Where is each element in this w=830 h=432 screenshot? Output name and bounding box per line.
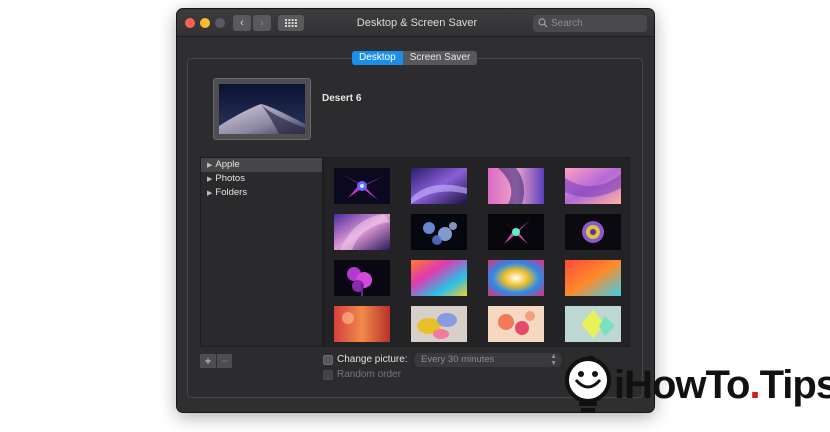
wallpaper-thumbnail[interactable] <box>488 168 544 204</box>
change-picture-checkbox[interactable] <box>323 355 333 365</box>
wallpaper-thumbnail[interactable] <box>411 260 467 296</box>
source-item-apple[interactable]: ▶ Apple <box>201 158 322 172</box>
tab-screen-saver[interactable]: Screen Saver <box>402 51 478 65</box>
watermark-text-tail: Tips <box>759 363 830 407</box>
source-item-label: Photos <box>215 173 245 184</box>
change-picture-label: Change picture: <box>337 354 408 365</box>
triangle-right-icon[interactable]: ▶ <box>207 162 212 169</box>
wallpaper-thumbnail[interactable] <box>411 306 467 342</box>
ihowto-tips-watermark: iHowTo.Tips <box>562 354 830 416</box>
desert-preview-image <box>219 84 305 134</box>
current-desktop-preview <box>213 78 311 140</box>
source-item-folders[interactable]: ▶ Folders <box>201 186 322 200</box>
current-desktop-name: Desert 6 <box>322 93 362 104</box>
preferences-window: ‹ › Desktop & Screen Saver Desktop <box>177 9 654 412</box>
watermark-text-dot: . <box>749 363 760 407</box>
wallpaper-thumbnail[interactable] <box>334 306 390 342</box>
bulb-face-logo-icon <box>565 356 611 412</box>
tab-desktop[interactable]: Desktop <box>352 51 403 65</box>
source-item-label: Apple <box>215 159 240 170</box>
remove-folder-button[interactable]: − <box>216 354 232 368</box>
random-order-label: Random order <box>337 369 401 380</box>
magnifier-icon <box>538 18 548 28</box>
triangle-right-icon[interactable]: ▶ <box>207 190 212 197</box>
add-folder-button[interactable]: + <box>200 354 216 368</box>
title-bar: ‹ › Desktop & Screen Saver <box>177 9 654 37</box>
wallpaper-grid <box>323 157 630 347</box>
interval-value: Every 30 minutes <box>421 354 495 365</box>
chevron-left-icon: ‹ <box>240 17 244 29</box>
forward-button[interactable]: › <box>253 15 271 31</box>
watermark-text: iHowTo.Tips <box>614 363 830 408</box>
triangle-right-icon[interactable]: ▶ <box>207 176 212 183</box>
wallpaper-thumbnail[interactable] <box>488 260 544 296</box>
tab-bar: Desktop Screen Saver <box>352 51 478 65</box>
source-item-photos[interactable]: ▶ Photos <box>201 172 322 186</box>
add-remove-buttons: + − <box>200 354 232 368</box>
wallpaper-thumbnail[interactable] <box>334 214 390 250</box>
search-input[interactable] <box>551 16 643 31</box>
wallpaper-thumbnail[interactable] <box>565 168 621 204</box>
grid-icon <box>285 19 297 27</box>
wallpaper-thumbnail[interactable] <box>565 306 621 342</box>
close-button[interactable] <box>185 18 195 28</box>
wallpaper-thumbnail[interactable] <box>488 214 544 250</box>
window-title: Desktop & Screen Saver <box>356 17 478 29</box>
wallpaper-thumbnail[interactable] <box>411 214 467 250</box>
show-all-button[interactable] <box>278 15 304 31</box>
zoom-button[interactable] <box>215 18 225 28</box>
source-list: ▶ Apple ▶ Photos ▶ Folders <box>200 157 323 347</box>
wallpaper-thumbnail[interactable] <box>488 306 544 342</box>
wallpaper-thumbnail[interactable] <box>565 214 621 250</box>
interval-popup[interactable]: Every 30 minutes ▲ ▼ <box>415 353 561 367</box>
popup-arrows-icon: ▲ ▼ <box>550 353 557 367</box>
chevron-right-icon: › <box>260 17 264 29</box>
minimize-button[interactable] <box>200 18 210 28</box>
wallpaper-thumbnail[interactable] <box>334 168 390 204</box>
source-item-label: Folders <box>215 187 248 198</box>
watermark-text-main: iHowTo <box>614 363 750 407</box>
wallpaper-thumbnail[interactable] <box>565 260 621 296</box>
wallpaper-thumbnail[interactable] <box>334 260 390 296</box>
search-field[interactable] <box>533 15 647 32</box>
random-order-checkbox[interactable] <box>323 370 333 380</box>
wallpaper-thumbnail[interactable] <box>411 168 467 204</box>
back-button[interactable]: ‹ <box>233 15 251 31</box>
